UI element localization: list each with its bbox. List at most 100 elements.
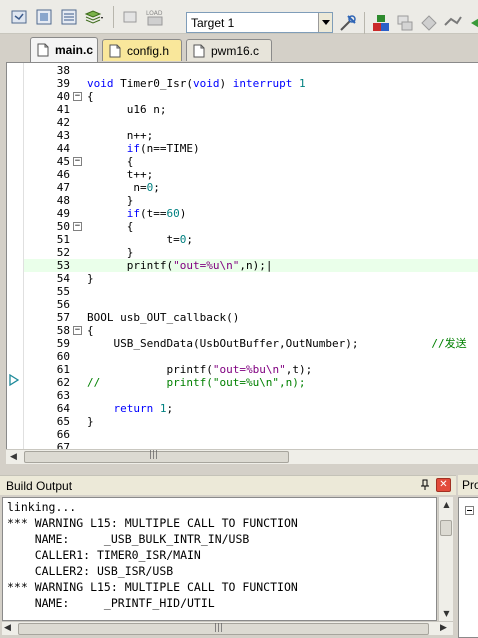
target-select[interactable]: Target 1 — [186, 12, 333, 33]
fold-toggle-icon[interactable]: − — [73, 222, 82, 231]
build-output-header: Build Output — [0, 475, 456, 495]
line-number: 63 — [56, 389, 70, 402]
stop-build-icon[interactable] — [119, 6, 141, 28]
tab-bar: main.c config.h pwm16.c — [0, 34, 478, 62]
scroll-left-icon[interactable]: ◀ — [4, 623, 11, 633]
rebuild-icon[interactable] — [33, 6, 55, 28]
build-target-icon[interactable] — [8, 6, 30, 28]
code-line[interactable]: 55 — [24, 285, 478, 298]
line-number: 54 — [56, 272, 70, 285]
code-line[interactable]: 66 — [24, 428, 478, 441]
build-output-vertical-scrollbar[interactable]: ▲ ▼ — [438, 497, 453, 621]
manage-components-icon[interactable] — [394, 12, 416, 34]
toolbar-separator — [364, 12, 365, 34]
editor-horizontal-scrollbar[interactable]: ◀ ||| — [6, 449, 478, 464]
code-text: return 1; — [113, 402, 174, 415]
output-line: CALLER2: USB_ISR/USB — [7, 564, 174, 578]
line-number: 61 — [56, 363, 70, 376]
tab-pwm16-c[interactable]: pwm16.c — [186, 39, 272, 61]
code-text: if(n==TIME) — [126, 142, 200, 155]
project-tree[interactable] — [458, 497, 478, 638]
grip-icon: ||| — [149, 450, 159, 460]
scroll-up-icon[interactable]: ▲ — [439, 497, 454, 512]
code-line[interactable]: 49 if(t==60) — [24, 207, 478, 220]
code-line[interactable]: 43 n++; — [24, 129, 478, 142]
stack-dropdown-icon[interactable] — [83, 6, 105, 28]
code-line[interactable]: 38 — [24, 64, 478, 77]
select-packs-icon[interactable] — [370, 12, 392, 34]
code-text: t=0; — [87, 233, 193, 246]
fold-toggle-icon[interactable]: − — [73, 326, 82, 335]
code-line[interactable]: 58−{ — [24, 324, 478, 337]
code-line[interactable]: 52 } — [24, 246, 478, 259]
code-text: n=0; — [87, 181, 160, 194]
tab-main-c[interactable]: main.c — [30, 37, 98, 62]
pack-installer-icon[interactable] — [442, 12, 464, 34]
code-line[interactable]: 50− { — [24, 220, 478, 233]
line-number: 40 — [56, 90, 70, 103]
fold-toggle-icon[interactable]: − — [73, 92, 82, 101]
code-line[interactable]: 67 — [24, 441, 478, 449]
code-line[interactable]: 54} — [24, 272, 478, 285]
line-number: 41 — [56, 103, 70, 116]
code-line[interactable]: 44 if(n==TIME) — [24, 142, 478, 155]
code-line[interactable]: 57 BOOL usb_OUT_callback() — [24, 311, 478, 324]
line-number: 67 — [56, 441, 70, 449]
code-text: u16 n; — [87, 103, 167, 116]
scroll-right-icon[interactable]: ▶ — [440, 623, 447, 633]
code-area[interactable]: 38 39 void Timer0_Isr(void) interrupt 1 40−… — [24, 63, 478, 449]
line-number: 49 — [56, 207, 70, 220]
download-load-icon[interactable]: LOAD — [144, 6, 166, 28]
line-number: 53 — [56, 259, 70, 272]
current-line-arrow-icon — [9, 374, 19, 386]
scroll-down-icon[interactable]: ▼ — [439, 606, 454, 621]
code-line[interactable]: 47 n=0; — [24, 181, 478, 194]
tab-label: pwm16.c — [211, 43, 260, 58]
line-number: 56 — [56, 298, 70, 311]
line-number: 43 — [56, 129, 70, 142]
close-panel-button[interactable]: ✕ — [436, 478, 451, 492]
code-line[interactable]: 46 t++; — [24, 168, 478, 181]
target-options-icon[interactable] — [337, 12, 359, 34]
line-number: 62 — [56, 376, 70, 389]
build-output-text[interactable]: linking... *** WARNING L15: MULTIPLE CALL… — [2, 497, 437, 621]
scroll-thumb[interactable] — [18, 623, 429, 635]
code-line[interactable]: 61 printf("out=%bu\n",t); — [24, 363, 478, 376]
code-line[interactable]: 63 — [24, 389, 478, 402]
scroll-left-icon[interactable]: ◀ — [6, 450, 21, 465]
code-editor[interactable]: 38 39 void Timer0_Isr(void) interrupt 1 40−… — [6, 62, 478, 449]
scroll-thumb[interactable] — [440, 520, 452, 536]
tab-config-h[interactable]: config.h — [102, 39, 182, 61]
line-number: 64 — [56, 402, 70, 415]
collapse-icon[interactable] — [465, 506, 474, 515]
code-line[interactable]: 62 // printf("out=%u\n",n); — [24, 376, 478, 389]
fold-toggle-icon[interactable]: − — [73, 157, 82, 166]
build-output-horizontal-scrollbar[interactable]: ◀ ||| ▶ — [2, 621, 453, 635]
green-arrow-icon[interactable] — [466, 12, 478, 34]
code-line[interactable]: 39 void Timer0_Isr(void) interrupt 1 — [24, 77, 478, 90]
code-line[interactable]: 40−{ — [24, 90, 478, 103]
pin-icon[interactable] — [419, 479, 431, 491]
editor-gutter[interactable] — [7, 63, 24, 449]
chevron-down-icon[interactable] — [318, 13, 332, 32]
batch-build-icon[interactable] — [58, 6, 80, 28]
code-line[interactable]: 56 — [24, 298, 478, 311]
code-line[interactable]: 65} — [24, 415, 478, 428]
line-number: 59 — [56, 337, 70, 350]
code-line[interactable]: 45− { — [24, 155, 478, 168]
panel-title: Build Output — [6, 478, 73, 493]
code-line[interactable]: 53 printf("out=%u\n",n);| — [24, 259, 478, 272]
code-line[interactable]: 59 USB_SendData(UsbOutBuffer,OutNumber);… — [24, 337, 478, 350]
code-text: } — [87, 246, 134, 259]
code-text: { — [87, 324, 94, 337]
diamond-icon[interactable] — [418, 12, 440, 34]
code-line[interactable]: 41 u16 n; — [24, 103, 478, 116]
code-line[interactable]: 42 — [24, 116, 478, 129]
code-line[interactable]: 60 — [24, 350, 478, 363]
output-line: CALLER1: TIMER0_ISR/MAIN — [7, 548, 201, 562]
code-text: } — [87, 415, 94, 428]
code-line[interactable]: 51 t=0; — [24, 233, 478, 246]
code-line[interactable]: 64 return 1; — [24, 402, 478, 415]
code-line[interactable]: 48 } — [24, 194, 478, 207]
target-select-value: Target 1 — [191, 15, 235, 30]
